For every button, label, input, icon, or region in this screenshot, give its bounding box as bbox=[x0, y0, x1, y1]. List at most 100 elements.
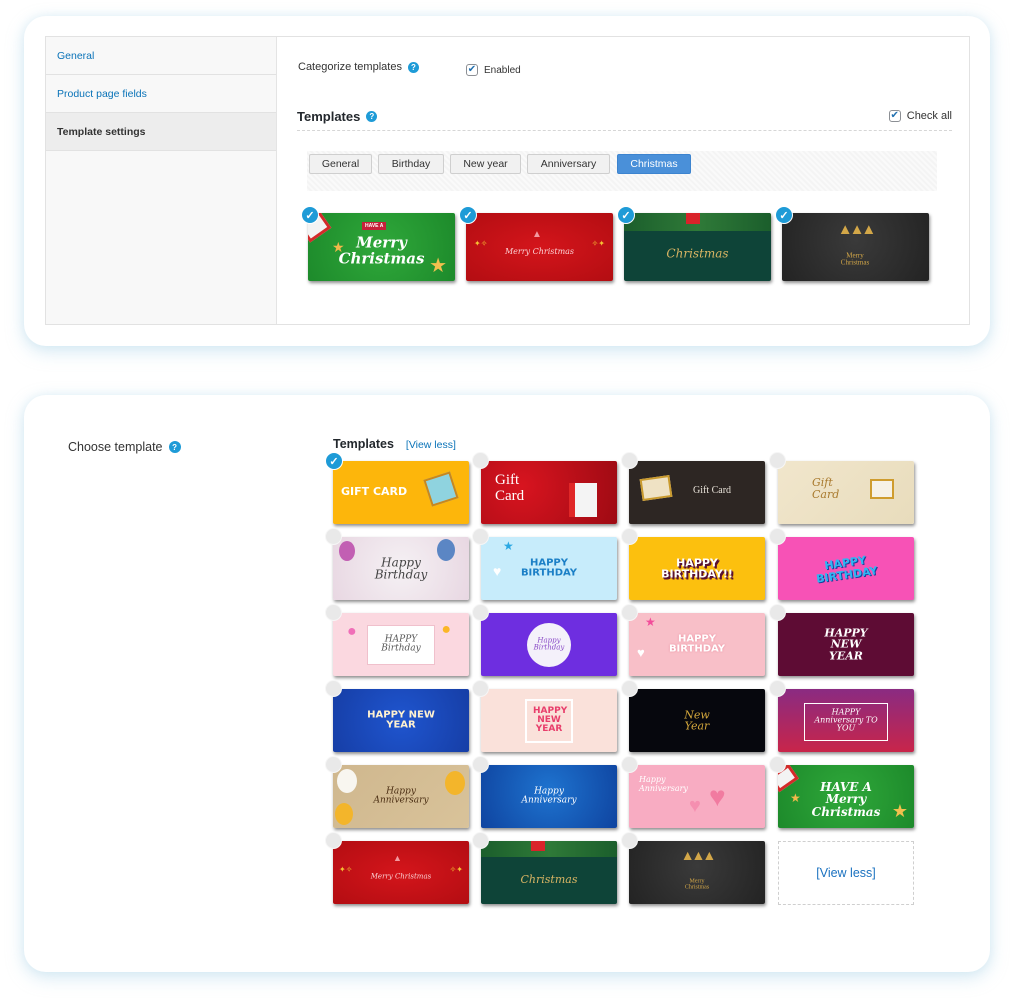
template-thumb[interactable]: Gift Card bbox=[778, 461, 914, 524]
sidebar-item-product-page-fields[interactable]: Product page fields bbox=[46, 75, 276, 113]
unselected-radio-icon[interactable] bbox=[769, 452, 786, 469]
gift-box-icon bbox=[423, 471, 459, 507]
unselected-radio-icon[interactable] bbox=[769, 680, 786, 697]
template-thumb[interactable]: HAPPY NEW YEAR bbox=[778, 613, 914, 676]
template-thumb[interactable]: Christmas bbox=[481, 841, 617, 904]
template-thumb[interactable]: New Year bbox=[629, 689, 765, 752]
unselected-radio-icon[interactable] bbox=[325, 680, 342, 697]
template-thumb[interactable]: Happy Birthday bbox=[333, 537, 469, 600]
template-thumb[interactable]: ▲▲▲ Merry Christmas bbox=[629, 841, 765, 904]
unselected-radio-icon[interactable] bbox=[621, 756, 638, 773]
template-thumb[interactable]: HAPPY BIRTHDAY bbox=[778, 537, 914, 600]
tab-general[interactable]: General bbox=[309, 154, 372, 174]
template-thumb[interactable]: Gift Card bbox=[629, 461, 765, 524]
templates-section-header: Templates ? ✔ Check all bbox=[297, 109, 952, 131]
template-thumb[interactable]: Happy Anniversary bbox=[481, 765, 617, 828]
template-thumb[interactable]: HAPPY NEW YEAR bbox=[481, 689, 617, 752]
check-all-checkbox[interactable]: ✔ Check all bbox=[888, 110, 952, 122]
template-thumb[interactable]: ▲▲▲ Merry Christmas bbox=[782, 213, 929, 281]
template-text: HAPPY BIRTHDAY bbox=[668, 633, 726, 655]
unselected-radio-icon[interactable] bbox=[621, 604, 638, 621]
unselected-radio-icon[interactable] bbox=[621, 452, 638, 469]
unselected-radio-icon[interactable] bbox=[325, 604, 342, 621]
categorize-templates-row: Categorize templates ? bbox=[298, 61, 419, 73]
settings-sidebar: General Product page fields Template set… bbox=[46, 37, 277, 324]
selected-check-icon[interactable]: ✓ bbox=[617, 206, 635, 224]
balloon-icon: ● bbox=[441, 621, 451, 638]
sidebar-item-template-settings[interactable]: Template settings bbox=[46, 113, 276, 151]
unselected-radio-icon[interactable] bbox=[325, 832, 342, 849]
unselected-radio-icon[interactable] bbox=[769, 528, 786, 545]
settings-box: General Product page fields Template set… bbox=[45, 36, 970, 325]
template-thumb[interactable]: HAVE A Merry Christmas ★ ★ bbox=[308, 213, 455, 281]
question-circle-icon[interactable]: ? bbox=[366, 111, 378, 122]
unselected-radio-icon[interactable] bbox=[325, 528, 342, 545]
unselected-radio-icon[interactable] bbox=[621, 832, 638, 849]
tab-birthday[interactable]: Birthday bbox=[378, 154, 444, 174]
template-thumb[interactable]: ▲ Merry Christmas ✦✧ ✧✦ bbox=[333, 841, 469, 904]
unselected-radio-icon[interactable] bbox=[472, 680, 489, 697]
tab-new-year[interactable]: New year bbox=[450, 154, 521, 174]
template-thumb[interactable]: Gift Card bbox=[481, 461, 617, 524]
template-text: Happy Birthday bbox=[533, 636, 565, 652]
checkbox-checked-icon[interactable]: ✔ bbox=[888, 110, 901, 122]
sparkles-icon: ✦✧ bbox=[474, 239, 488, 248]
template-thumb[interactable]: HAPPY Anniversary TO YOU bbox=[778, 689, 914, 752]
template-thumb[interactable]: HAPPY BIRTHDAY ♥ ★ bbox=[481, 537, 617, 600]
template-thumb[interactable]: ▲ Merry Christmas ✦✧ ✧✦ bbox=[466, 213, 613, 281]
view-less-link[interactable]: [View less] bbox=[406, 439, 456, 451]
unselected-radio-icon[interactable] bbox=[472, 528, 489, 545]
gift-box-icon bbox=[639, 475, 673, 501]
unselected-radio-icon[interactable] bbox=[769, 604, 786, 621]
choose-template-label: Choose template bbox=[68, 440, 163, 454]
sidebar-item-general[interactable]: General bbox=[46, 37, 276, 75]
unselected-radio-icon[interactable] bbox=[769, 756, 786, 773]
template-thumb[interactable]: Happy Anniversary ♥ ♥ bbox=[629, 765, 765, 828]
choose-template-panel: Choose template ? Templates [View less] … bbox=[24, 395, 990, 972]
check-all-label: Check all bbox=[906, 110, 952, 122]
template-thumb[interactable]: Happy Birthday bbox=[481, 613, 617, 676]
template-text: Happy Anniversary bbox=[521, 786, 577, 806]
selected-check-icon[interactable]: ✓ bbox=[775, 206, 793, 224]
unselected-radio-icon[interactable] bbox=[472, 756, 489, 773]
template-thumb[interactable]: Christmas bbox=[624, 213, 771, 281]
selected-check-icon[interactable]: ✓ bbox=[301, 206, 319, 224]
template-thumb[interactable]: HAPPY BIRTHDAY ★ ♥ bbox=[629, 613, 765, 676]
selected-check-icon[interactable]: ✓ bbox=[325, 452, 343, 470]
unselected-radio-icon[interactable] bbox=[472, 452, 489, 469]
star-icon: ★ bbox=[332, 239, 345, 255]
unselected-radio-icon[interactable] bbox=[472, 832, 489, 849]
templates-header: Templates [View less] bbox=[333, 437, 456, 451]
template-text: New Year bbox=[684, 707, 710, 733]
view-less-button[interactable]: [View less] bbox=[778, 841, 914, 905]
template-thumb[interactable]: Happy Anniversary bbox=[333, 765, 469, 828]
unselected-radio-icon[interactable] bbox=[621, 680, 638, 697]
checkbox-checked-icon[interactable]: ✔ bbox=[466, 64, 478, 76]
star-icon: ★ bbox=[790, 791, 801, 805]
template-thumb[interactable]: HAPPY Birthday ● ● bbox=[333, 613, 469, 676]
unselected-radio-icon[interactable] bbox=[621, 528, 638, 545]
pine-garland bbox=[481, 841, 617, 857]
templates-title: Templates ? bbox=[297, 109, 378, 124]
template-text: HAPPY NEW YEAR bbox=[367, 709, 435, 731]
gift-box-icon bbox=[870, 479, 894, 499]
template-text: Gift Card bbox=[812, 476, 840, 502]
template-text: HAPPY BIRTHDAY bbox=[520, 557, 578, 579]
tab-christmas[interactable]: Christmas bbox=[617, 154, 691, 174]
choose-template-row: Choose template ? bbox=[68, 440, 181, 454]
question-circle-icon[interactable]: ? bbox=[168, 441, 181, 453]
categorize-enabled-checkbox[interactable]: ✔ Enabled bbox=[466, 64, 521, 76]
gift-box-icon bbox=[569, 483, 597, 517]
template-thumb[interactable]: HAPPY BIRTHDAY!! bbox=[629, 537, 765, 600]
unselected-radio-icon[interactable] bbox=[472, 604, 489, 621]
enabled-label: Enabled bbox=[484, 64, 521, 76]
template-thumb[interactable]: HAPPY NEW YEAR bbox=[333, 689, 469, 752]
template-text: Christmas bbox=[520, 872, 578, 886]
question-circle-icon[interactable]: ? bbox=[407, 61, 419, 73]
star-icon: ★ bbox=[645, 615, 656, 629]
template-thumb[interactable]: HAVE A Merry Christmas ★ ★ bbox=[778, 765, 914, 828]
unselected-radio-icon[interactable] bbox=[325, 756, 342, 773]
template-thumb[interactable]: GIFT CARD bbox=[333, 461, 469, 524]
selected-check-icon[interactable]: ✓ bbox=[459, 206, 477, 224]
tab-anniversary[interactable]: Anniversary bbox=[527, 154, 610, 174]
